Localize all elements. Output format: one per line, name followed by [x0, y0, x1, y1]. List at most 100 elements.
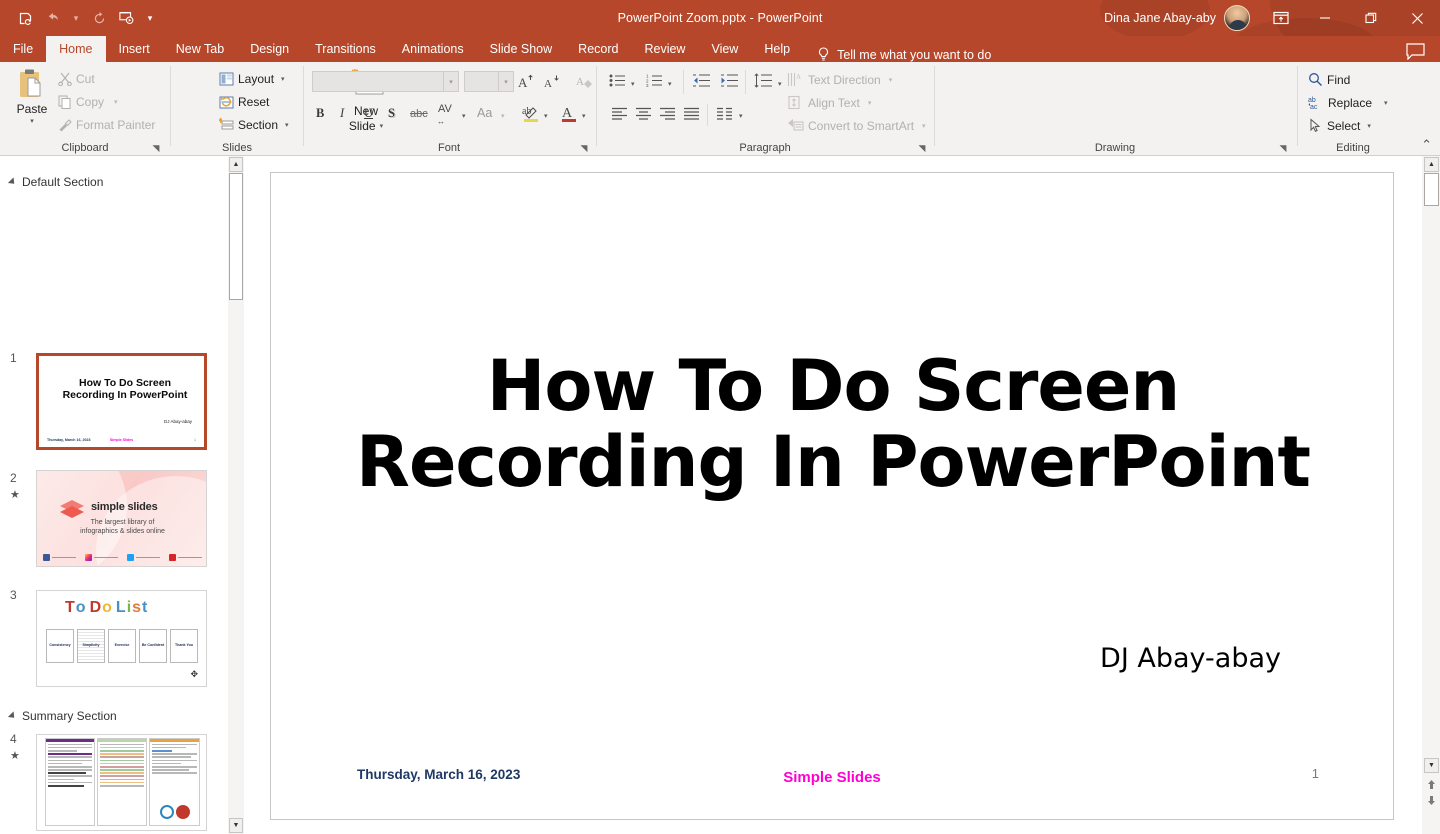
numbering-button[interactable]: 123 [646, 73, 663, 88]
redo-icon[interactable] [86, 5, 112, 31]
tab-transitions[interactable]: Transitions [302, 36, 389, 62]
section-collapse-icon[interactable] [7, 177, 18, 187]
align-center-button[interactable] [635, 107, 652, 120]
tab-view[interactable]: View [698, 36, 751, 62]
tab-animations[interactable]: Animations [389, 36, 477, 62]
comments-icon[interactable] [1406, 43, 1426, 63]
slide-thumbnail-1[interactable]: How To Do Screen Recording In PowerPoint… [36, 353, 207, 450]
text-shadow-button[interactable]: S [388, 106, 395, 121]
tab-design[interactable]: Design [237, 36, 302, 62]
slide-author[interactable]: DJ Abay-abay [1100, 643, 1281, 674]
change-case-button[interactable]: Aa [477, 106, 492, 120]
bold-button[interactable]: B [316, 106, 324, 121]
tab-help[interactable]: Help [751, 36, 803, 62]
thumb-scroll-down-button[interactable]: ▼ [229, 818, 243, 833]
undo-icon[interactable] [40, 5, 66, 31]
slide-area-scrollbar[interactable]: ▲ ▼ [1422, 156, 1440, 834]
replace-dropdown-icon[interactable]: ▾ [1384, 99, 1388, 107]
slide-title[interactable]: How To Do Screen Recording In PowerPoint [331, 348, 1335, 500]
paragraph-dialog-launcher[interactable]: ◥ [916, 142, 928, 154]
layout-dropdown-icon[interactable]: ▾ [281, 75, 285, 83]
section-header-default[interactable]: Default Section [7, 175, 103, 189]
tab-new-tab[interactable]: New Tab [163, 36, 237, 62]
justify-button[interactable] [683, 107, 700, 120]
current-slide[interactable]: How To Do Screen Recording In PowerPoint… [270, 172, 1394, 820]
close-icon[interactable] [1394, 0, 1440, 36]
drawing-dialog-launcher[interactable]: ◥ [1277, 142, 1289, 154]
font-size-dropdown-icon[interactable]: ▾ [498, 72, 513, 91]
section-button[interactable]: Section ▾ [219, 118, 289, 132]
tab-file[interactable]: File [0, 36, 46, 62]
paste-dropdown-icon[interactable]: ▾ [10, 117, 54, 125]
columns-button[interactable] [716, 107, 733, 120]
collapse-ribbon-icon[interactable]: ⌃ [1421, 137, 1432, 153]
decrease-indent-button[interactable] [692, 73, 710, 88]
section-collapse-icon[interactable] [7, 711, 18, 721]
bullets-dropdown-icon[interactable]: ▾ [631, 80, 635, 88]
minimize-icon[interactable] [1302, 0, 1348, 36]
reset-button[interactable]: Reset [219, 95, 269, 109]
tab-slide-show[interactable]: Slide Show [477, 36, 566, 62]
account-area[interactable]: Dina Jane Abay-aby [1104, 0, 1250, 36]
tab-home[interactable]: Home [46, 36, 106, 62]
numbering-dropdown-icon[interactable]: ▾ [668, 80, 672, 88]
align-left-button[interactable] [611, 107, 628, 120]
replace-button[interactable]: ab ac Replace ▾ [1308, 95, 1388, 111]
change-case-dropdown-icon[interactable]: ▾ [501, 112, 505, 120]
character-spacing-dropdown-icon[interactable]: ▾ [462, 112, 466, 120]
section-dropdown-icon[interactable]: ▾ [285, 121, 289, 129]
undo-dropdown-icon[interactable]: ▾ [68, 5, 84, 31]
font-name-dropdown-icon[interactable]: ▾ [443, 72, 458, 91]
slide-footer-placeholder[interactable]: Simple Slides [783, 769, 881, 786]
text-highlight-color-button[interactable]: ab [522, 104, 540, 124]
bullets-button[interactable] [609, 73, 626, 88]
tab-review[interactable]: Review [631, 36, 698, 62]
clipboard-dialog-launcher[interactable]: ◥ [150, 142, 162, 154]
strikethrough-button[interactable]: abc [410, 108, 428, 120]
slide-thumbnail-4[interactable] [36, 734, 207, 831]
increase-indent-button[interactable] [720, 73, 738, 88]
columns-dropdown-icon[interactable]: ▾ [739, 112, 743, 120]
slide-thumbnail-2[interactable]: simple slides The largest library of inf… [36, 470, 207, 567]
save-icon[interactable] [12, 5, 38, 31]
line-spacing-button[interactable] [754, 73, 772, 88]
restore-icon[interactable] [1348, 0, 1394, 36]
highlight-dropdown-icon[interactable]: ▾ [544, 112, 548, 120]
italic-button[interactable]: I [340, 106, 344, 121]
line-spacing-dropdown-icon[interactable]: ▾ [778, 80, 782, 88]
underline-button[interactable]: U [364, 106, 373, 121]
slide-scroll-down-button[interactable]: ▼ [1424, 758, 1439, 773]
ribbon-display-options-icon[interactable] [1260, 0, 1302, 36]
previous-slide-button[interactable] [1425, 778, 1438, 791]
slide-number-placeholder[interactable]: 1 [1312, 766, 1319, 781]
slide-scroll-up-button[interactable]: ▲ [1424, 157, 1439, 172]
slide-date-placeholder[interactable]: Thursday, March 16, 2023 [357, 767, 520, 782]
select-dropdown-icon[interactable]: ▾ [1367, 122, 1371, 130]
next-slide-button[interactable] [1425, 794, 1438, 807]
start-from-beginning-icon[interactable] [114, 5, 140, 31]
font-name-box[interactable]: ▾ [312, 71, 459, 92]
find-button[interactable]: Find [1308, 72, 1350, 87]
font-color-dropdown-icon[interactable]: ▾ [582, 112, 586, 120]
thumbnail-panel-scrollbar[interactable]: ▲ ▼ [228, 156, 244, 834]
layout-button[interactable]: Layout ▾ [219, 72, 285, 86]
slide-thumbnail-3[interactable]: To Do List Consistency Simplicity Exerci… [36, 590, 207, 687]
avatar[interactable] [1224, 5, 1250, 31]
slide-scrollbar-thumb[interactable] [1424, 173, 1439, 206]
decrease-font-size-button[interactable]: A [544, 73, 561, 90]
tab-record[interactable]: Record [565, 36, 631, 62]
character-spacing-button[interactable]: AV [438, 104, 452, 115]
thumb-scroll-up-button[interactable]: ▲ [229, 157, 243, 172]
font-dialog-launcher[interactable]: ◥ [578, 142, 590, 154]
font-size-box[interactable]: ▾ [464, 71, 514, 92]
thumb-scrollbar-thumb[interactable] [229, 173, 243, 300]
tell-me-box[interactable]: Tell me what you want to do [803, 47, 991, 62]
increase-font-size-button[interactable]: A [518, 73, 535, 90]
customize-qat-icon[interactable]: ▾ [142, 5, 158, 31]
select-button[interactable]: Select ▾ [1308, 118, 1371, 133]
paste-button[interactable]: Paste ▾ [10, 68, 54, 125]
section-header-summary[interactable]: Summary Section [7, 709, 117, 723]
align-right-button[interactable] [659, 107, 676, 120]
font-color-button[interactable]: A [560, 104, 578, 124]
tab-insert[interactable]: Insert [106, 36, 163, 62]
